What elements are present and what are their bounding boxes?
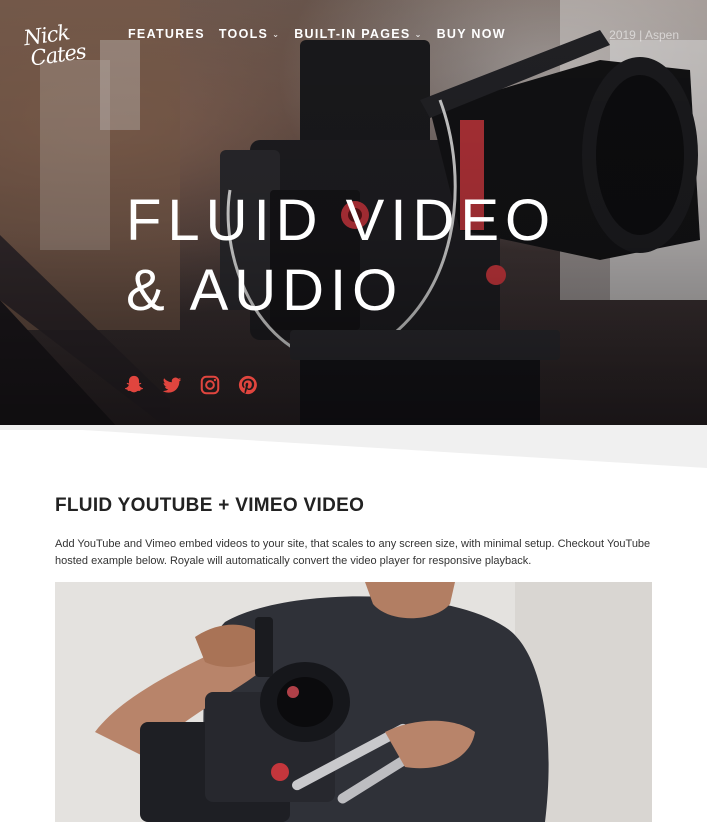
- embedded-video-player[interactable]: [55, 582, 652, 822]
- twitter-icon[interactable]: [161, 374, 183, 396]
- video-thumbnail-image: [55, 582, 652, 822]
- hero-title-line1: FLUID VIDEO: [126, 188, 557, 253]
- logo-text-line2: Cates: [29, 39, 88, 71]
- hero-title-line2: & AUDIO: [126, 258, 404, 323]
- nav-built-in-pages[interactable]: BUILT-IN PAGES ⌄: [294, 27, 422, 41]
- chevron-down-icon: ⌄: [272, 29, 281, 39]
- nav-features[interactable]: FEATURES: [128, 27, 205, 41]
- nav-built-in-pages-label: BUILT-IN PAGES: [294, 27, 411, 41]
- chevron-down-icon: ⌄: [414, 29, 423, 39]
- section-description: Add YouTube and Vimeo embed videos to yo…: [55, 538, 651, 567]
- hero-title: FLUID VIDEO & AUDIO: [126, 186, 556, 326]
- nav-tools[interactable]: TOOLS ⌄: [219, 27, 280, 41]
- site-logo[interactable]: Nick Cates: [22, 20, 91, 84]
- snapchat-icon[interactable]: [123, 374, 145, 396]
- section-divider: [0, 425, 707, 475]
- pinterest-icon[interactable]: [237, 374, 259, 396]
- nav-buy-now[interactable]: BUY NOW: [437, 27, 506, 41]
- header-right-text: 2019 | Aspen: [609, 28, 679, 42]
- instagram-icon[interactable]: [199, 374, 221, 396]
- section-title: FLUID YOUTUBE + VIMEO VIDEO: [55, 495, 365, 516]
- social-links: [123, 374, 259, 396]
- main-nav: FEATURES TOOLS ⌄ BUILT-IN PAGES ⌄ BUY NO…: [128, 27, 506, 41]
- nav-features-label: FEATURES: [128, 27, 205, 41]
- nav-tools-label: TOOLS: [218, 27, 269, 41]
- nav-buy-now-label: BUY NOW: [436, 27, 506, 41]
- hero-banner: Nick Cates FEATURES TOOLS ⌄ BUILT-IN PAG…: [0, 0, 707, 430]
